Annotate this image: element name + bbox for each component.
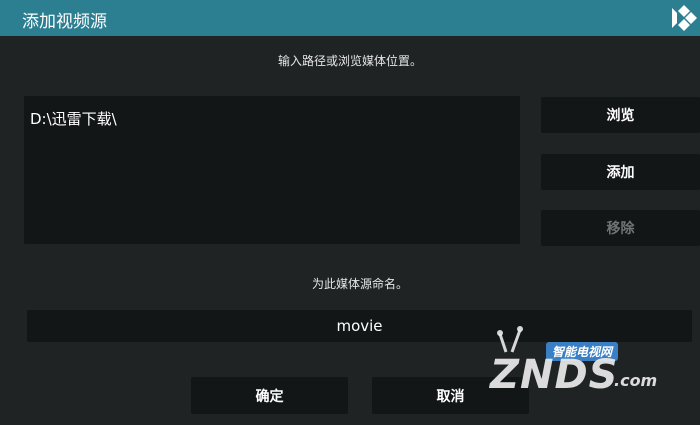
dialog-titlebar: 添加视频源 (0, 0, 700, 36)
remove-button[interactable]: 移除 (541, 210, 700, 246)
browse-button[interactable]: 浏览 (541, 97, 700, 133)
kodi-logo-icon (670, 0, 700, 36)
path-list[interactable]: D:\迅雷下载\ (24, 96, 520, 244)
path-list-item[interactable]: D:\迅雷下载\ (30, 108, 117, 129)
watermark-suffix: .com (614, 371, 658, 390)
watermark-logo: ZNDS (490, 352, 619, 398)
ok-button[interactable]: 确定 (191, 377, 348, 414)
source-name-label: 为此媒体源命名。 (311, 277, 408, 291)
add-button[interactable]: 添加 (541, 154, 700, 190)
path-instruction: 输入路径或浏览媒体位置。 (277, 54, 422, 68)
dialog-title: 添加视频源 (22, 12, 107, 32)
znds-watermark: 智能电视网 ZNDS .com (490, 322, 670, 402)
